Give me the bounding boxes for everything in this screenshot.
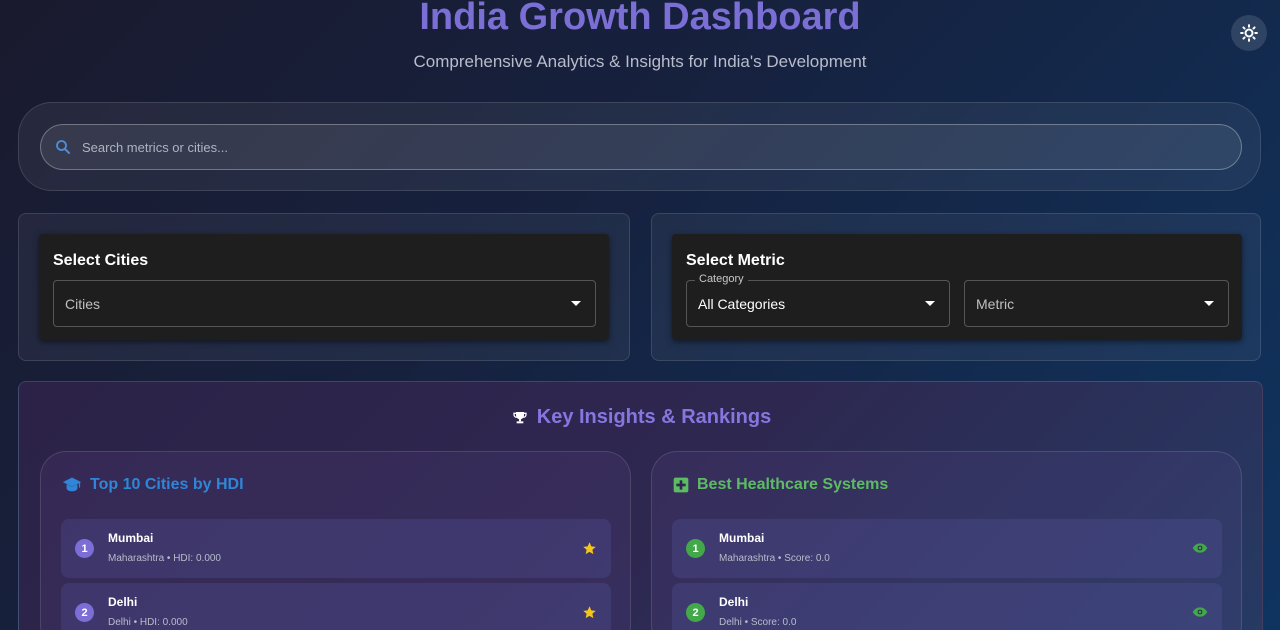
category-label: Category	[695, 273, 748, 285]
rank-number: 2	[75, 603, 94, 622]
search-input[interactable]	[80, 138, 1241, 156]
search-box[interactable]	[40, 124, 1242, 170]
medical-cross-icon	[673, 477, 689, 493]
chevron-down-icon	[925, 301, 935, 306]
hdi-rankings-card: Top 10 Cities by HDI 1 Mumbai Maharashtr…	[40, 451, 631, 630]
category-select[interactable]: Category All Categories	[686, 273, 950, 327]
theme-toggle-button[interactable]	[1231, 15, 1267, 51]
healthcare-title-text: Best Healthcare Systems	[697, 476, 889, 493]
city-detail: Maharashtra • Score: 0.0	[719, 553, 830, 564]
category-select-value: All Categories	[698, 295, 786, 312]
healthcare-title: Best Healthcare Systems	[673, 476, 888, 494]
list-item[interactable]: 2 Delhi Delhi • HDI: 0.000	[61, 583, 611, 630]
rank-number: 1	[686, 539, 705, 558]
city-detail: Delhi • HDI: 0.000	[108, 617, 188, 628]
chevron-down-icon	[1204, 301, 1214, 306]
cities-select[interactable]: Cities	[53, 280, 596, 327]
star-icon[interactable]	[581, 540, 597, 556]
city-name: Delhi	[108, 595, 138, 609]
metric-panel: Select Metric Category All Categories Me…	[651, 213, 1261, 361]
metric-select-placeholder: Metric	[976, 295, 1015, 312]
list-item[interactable]: 1 Mumbai Maharashtra • HDI: 0.000	[61, 519, 611, 578]
metric-title: Select Metric	[686, 252, 785, 269]
healthcare-rankings-card: Best Healthcare Systems 1 Mumbai Maharas…	[651, 451, 1242, 630]
cities-select-placeholder: Cities	[65, 295, 101, 312]
city-name: Mumbai	[719, 531, 765, 545]
cities-panel: Select Cities Cities	[18, 213, 630, 361]
metric-select[interactable]: Metric	[964, 280, 1229, 327]
cities-title: Select Cities	[53, 252, 149, 269]
page-title: India Growth Dashboard	[419, 0, 861, 38]
rank-number: 1	[75, 539, 94, 558]
hdi-title-text: Top 10 Cities by HDI	[90, 476, 244, 493]
city-detail: Delhi • Score: 0.0	[719, 617, 797, 628]
graduation-cap-icon	[62, 476, 82, 494]
insights-title-text: Key Insights & Rankings	[536, 406, 772, 428]
search-icon	[54, 138, 72, 156]
chevron-down-icon	[571, 301, 581, 306]
rank-number: 2	[686, 603, 705, 622]
cities-card: Select Cities Cities	[39, 234, 609, 340]
insights-section: Key Insights & Rankings Top 10 Cities by…	[18, 381, 1263, 630]
sun-icon	[1239, 23, 1259, 43]
city-detail: Maharashtra • HDI: 0.000	[108, 553, 221, 564]
search-card	[18, 102, 1261, 191]
trophy-icon	[512, 410, 528, 426]
hdi-title: Top 10 Cities by HDI	[62, 476, 244, 494]
list-item[interactable]: 2 Delhi Delhi • Score: 0.0	[672, 583, 1222, 630]
metric-card: Select Metric Category All Categories Me…	[672, 234, 1242, 340]
city-name: Delhi	[719, 595, 749, 609]
insights-title: Key Insights & Rankings	[19, 406, 1264, 429]
star-icon[interactable]	[581, 604, 597, 620]
eye-icon[interactable]	[1192, 540, 1208, 556]
eye-icon[interactable]	[1192, 604, 1208, 620]
city-name: Mumbai	[108, 531, 154, 545]
page-subtitle: Comprehensive Analytics & Insights for I…	[413, 52, 867, 71]
list-item[interactable]: 1 Mumbai Maharashtra • Score: 0.0	[672, 519, 1222, 578]
